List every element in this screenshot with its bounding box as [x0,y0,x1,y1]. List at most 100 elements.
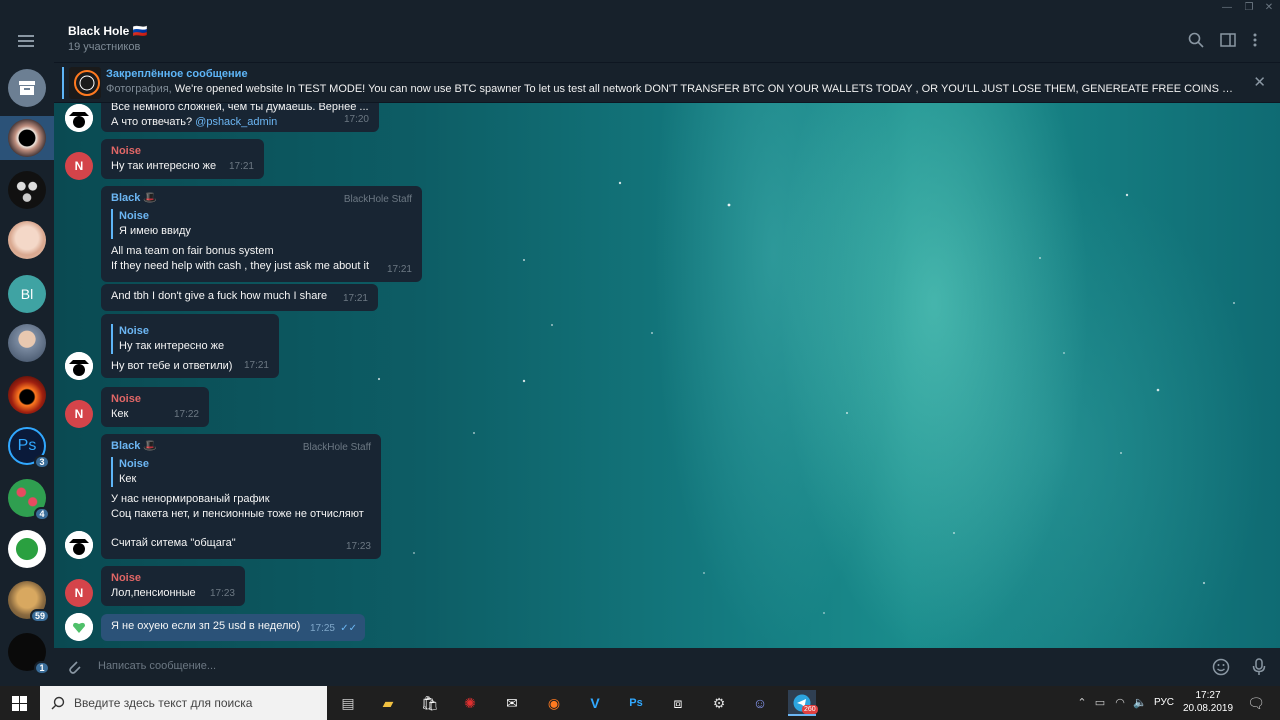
volume-icon[interactable]: 🔈 [1126,690,1154,716]
discord-icon[interactable]: ☺ [746,690,774,716]
message-bubble[interactable]: And tbh I don't give a fuck how much I s… [101,284,378,311]
reply-quote[interactable]: Noise Ну так интересно же [111,324,269,354]
quote-text: Кек [119,473,137,485]
avatar[interactable]: N [65,400,93,428]
avatar[interactable]: N [65,579,93,607]
hat-icon: 🎩 [143,440,158,452]
chat-messages-area[interactable]: Все немного сложней, чем ты думаешь. Вер… [54,103,1280,648]
unread-badge: 4 [34,507,50,521]
clock-date: 20.08.2019 [1182,703,1234,714]
telegram-badge: 260 [802,705,818,714]
windows-logo-icon [12,696,27,711]
avatar[interactable] [65,352,93,380]
message-bubble[interactable]: Noise Ну так интересно же 17:21 [101,139,264,179]
pinned-accent-bar [62,67,64,99]
start-button[interactable] [0,686,40,720]
bl-avatar: Bl [8,275,46,313]
message-time: 17:21 [386,264,412,275]
member-count[interactable]: 19 участников [68,41,140,53]
message-time: 17:25 [309,623,335,634]
unread-badge: 1 [34,661,50,675]
vegas-icon[interactable]: V [581,690,609,716]
menu-icon[interactable] [18,35,34,37]
chat-title[interactable]: Black Hole 🇷🇺 [68,24,148,38]
reply-quote[interactable]: Noise Я имею ввиду [111,209,412,239]
firefox-icon[interactable]: ◉ [540,690,568,716]
doll-avatar [8,221,46,259]
mention-link[interactable]: @pshack_admin [195,116,277,128]
message-bubble[interactable]: Black 🎩 BlackHole Staff Noise Кек У нас … [101,434,381,559]
message-bubble[interactable]: Все немного сложней, чем ты думаешь. Вер… [101,103,379,132]
chat-flowers[interactable]: 4 [8,479,50,521]
message-text: Все немного сложней, чем ты думаешь. Вер… [111,103,369,113]
message-bubble[interactable]: Noise Кек 17:22 [101,387,209,427]
close-window-button[interactable]: ✕ [1262,2,1276,14]
task-view-icon[interactable]: ▤ [334,690,362,716]
chat-archive[interactable] [8,69,46,107]
language-indicator[interactable]: РУС [1154,697,1174,708]
unread-badge: 59 [29,609,50,623]
quote-author: Noise [119,325,149,337]
chat-black-hole[interactable] [8,119,46,157]
notifications-icon[interactable]: 🗨 [1242,690,1270,716]
chat-clover[interactable] [8,530,46,568]
pinned-photo-thumbnail [69,67,101,99]
message-bubble[interactable]: Noise Ну так интересно же Ну вот тебе и … [101,314,279,378]
store-icon[interactable]: 🛍 [416,690,444,716]
close-icon[interactable]: ✕ [1253,73,1266,91]
app-red-icon[interactable]: ✺ [456,690,484,716]
message-text: If they need help with cash , they just … [111,260,370,272]
chat-cat[interactable]: 59 [8,581,50,623]
avatar[interactable]: N [65,152,93,180]
black-hole-avatar [8,119,46,157]
taskbar-search-box[interactable]: Введите здесь текст для поиска [40,686,327,720]
mail-icon[interactable]: ✉ [498,690,526,716]
search-icon[interactable] [1187,32,1205,50]
message-time: 17:21 [243,360,269,371]
steam-icon[interactable]: ⚙ [705,690,733,716]
more-menu-icon[interactable] [1246,32,1264,50]
pinned-title: Закреплённое сообщение [106,68,248,80]
reply-quote[interactable]: Noise Кек [111,457,371,487]
emoji-icon[interactable] [1212,658,1230,681]
message-bubble[interactable]: Noise Лол,пенсионные 17:23 [101,566,245,606]
sender-name[interactable]: Noise [111,392,199,407]
attach-icon[interactable] [66,658,82,681]
pinned-message-bar[interactable]: Закреплённое сообщение Фотография, We're… [54,63,1280,103]
sender-name[interactable]: Noise [111,571,235,586]
chat-eclipse[interactable] [8,376,46,414]
file-explorer-icon[interactable]: ▰ [374,690,402,716]
message-input[interactable]: Написать сообщение... [98,660,216,672]
chat-ps[interactable]: Ps 3 [8,427,50,469]
clock[interactable]: 17:27 20.08.2019 [1182,689,1234,715]
chat-doll[interactable] [8,221,46,259]
chat-dark[interactable]: 1 [8,633,50,675]
pinned-body: We're opened website In TEST MODE! You c… [174,83,1236,95]
message-text: Соц пакета нет, и пенсионные тоже не отч… [111,508,364,520]
message-time: 17:20 [343,114,369,125]
minimize-button[interactable]: — [1220,2,1234,14]
maximize-button[interactable]: ❐ [1242,2,1256,14]
quote-author: Noise [119,458,149,470]
avatar[interactable] [65,104,93,132]
message-time: 17:23 [209,588,235,599]
message-text: And tbh I don't give a fuck how much I s… [111,290,328,302]
chat-group-faces[interactable] [8,171,46,209]
telegram-taskbar-icon[interactable]: 260 [788,690,818,716]
avatar[interactable] [65,613,93,641]
photoshop-icon[interactable]: Ps [622,690,650,716]
archive-icon [8,69,46,107]
message-bubble-outgoing[interactable]: Я не охуею если зп 25 usd в неделю) 17:2… [101,614,365,641]
avatar[interactable] [65,531,93,559]
clover-avatar [8,530,46,568]
chat-bl[interactable]: Bl [8,275,46,313]
app-frame-icon[interactable]: ⧈ [664,690,692,716]
chat-man[interactable] [8,324,46,362]
microphone-icon[interactable] [1252,658,1266,681]
message-time: 17:21 [228,161,254,172]
message-bubble[interactable]: Black 🎩 BlackHole Staff Noise Я имею вви… [101,186,422,282]
sidebar-toggle-icon[interactable] [1219,32,1237,50]
sender-name[interactable]: Noise [111,144,254,159]
read-checkmarks-icon: ✓✓ [340,623,357,634]
message-text: А что отвечать? @pshack_admin [111,116,278,128]
